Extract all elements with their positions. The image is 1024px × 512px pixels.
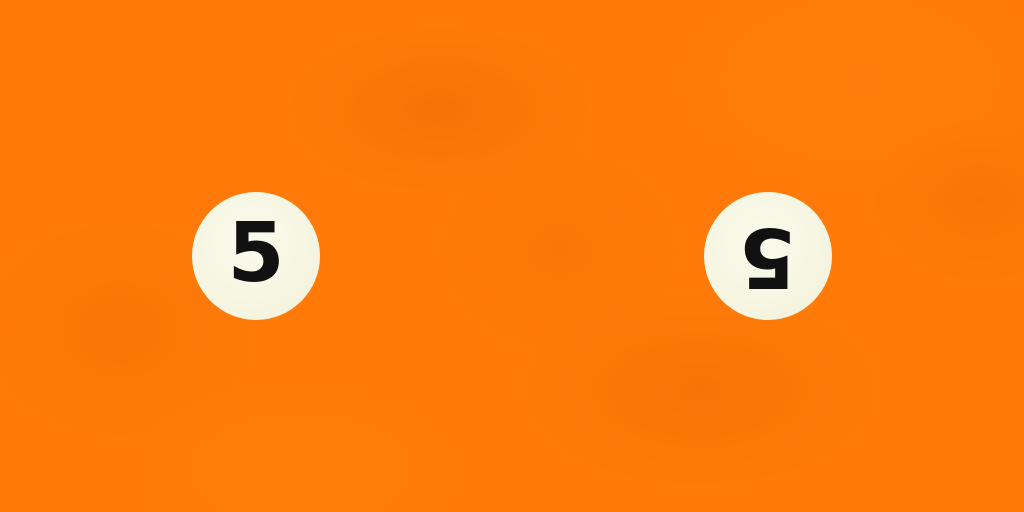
number-spot-front: 5 [192,192,320,320]
ball-texture-background [0,0,1024,512]
ball-number-back: 5 [739,209,797,304]
ball-number-front: 5 [227,206,285,301]
number-spot-back: 5 [704,192,832,320]
